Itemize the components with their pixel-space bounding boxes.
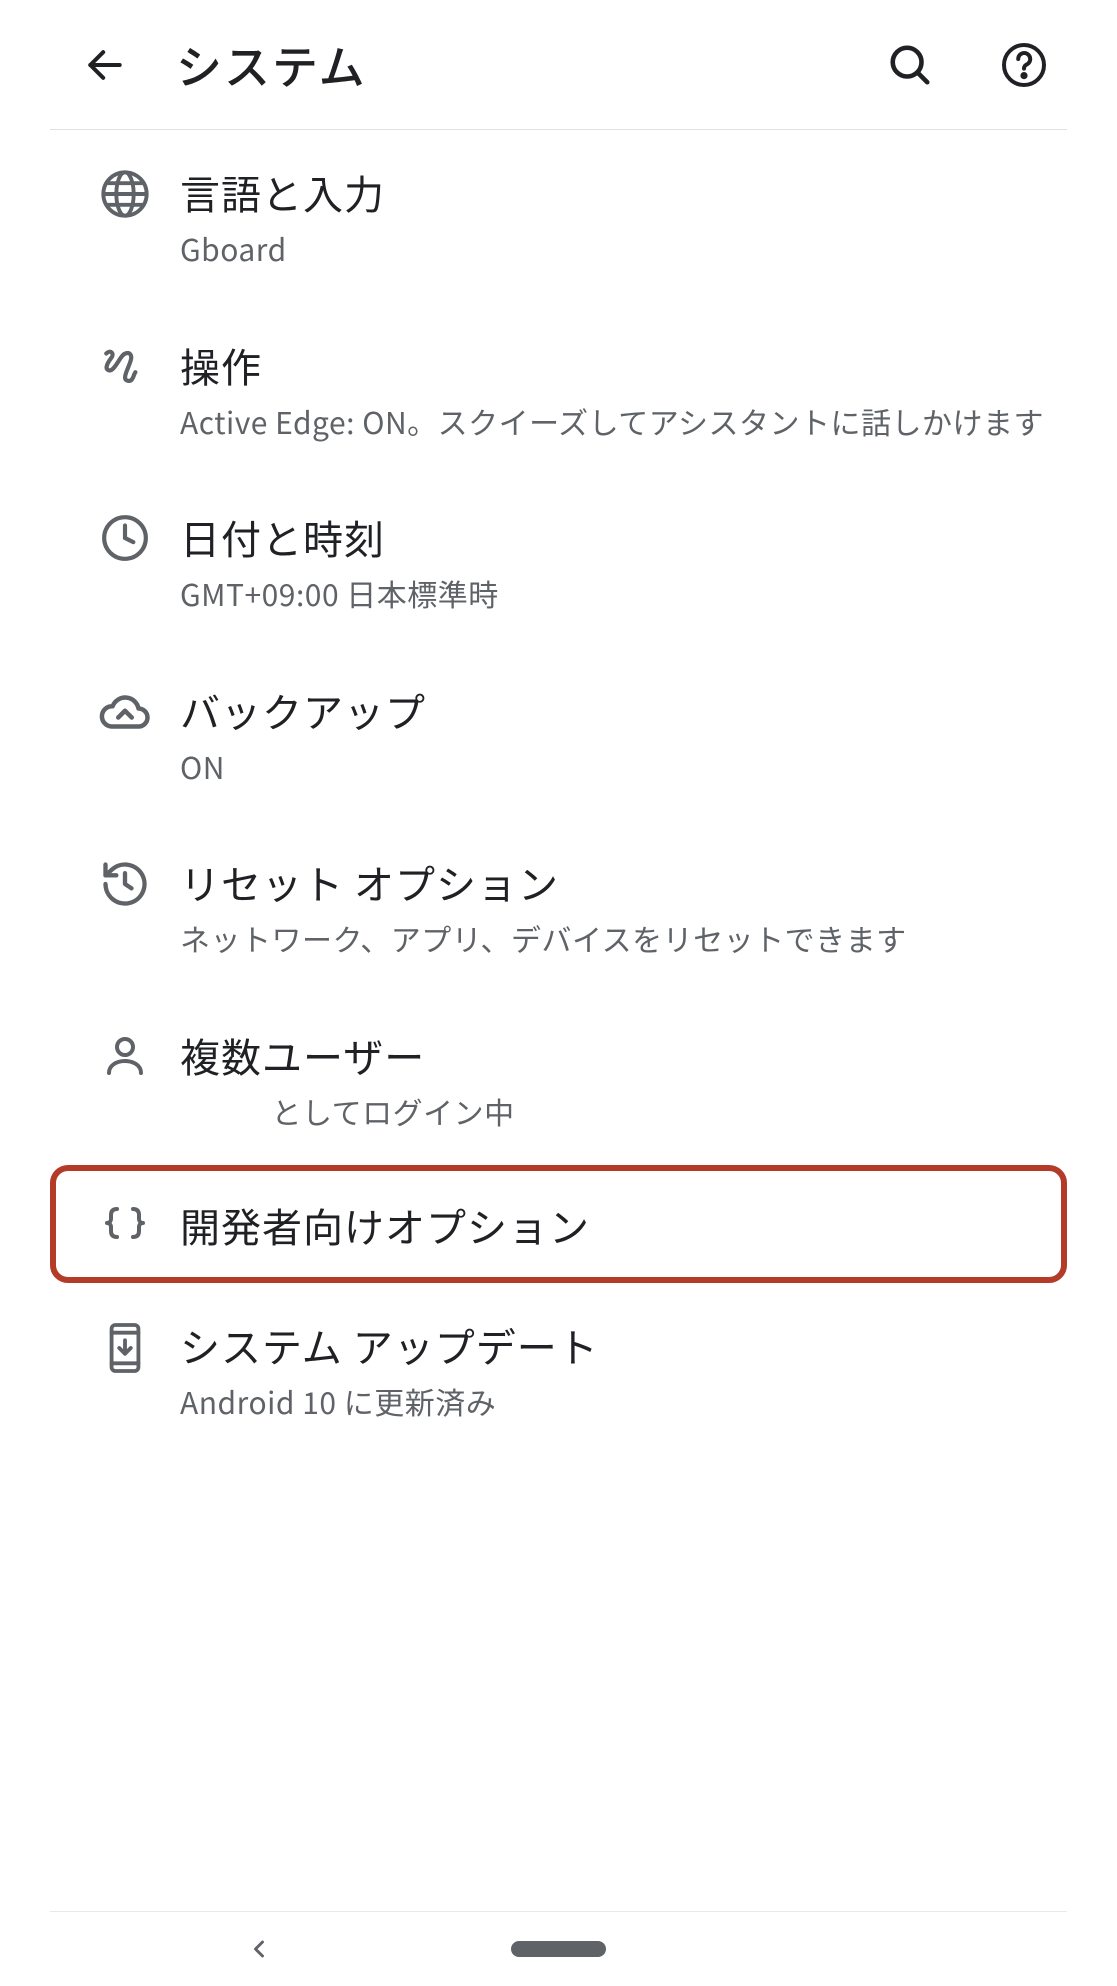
item-subtitle: ネットワーク、アプリ、デバイスをリセットできます [180, 918, 1047, 959]
item-title: リセット オプション [180, 856, 1047, 908]
page-title: システム [176, 32, 839, 98]
arrow-back-icon [83, 43, 127, 87]
globe-icon [99, 168, 151, 220]
item-subtitle: Android 10 に更新済み [180, 1381, 1047, 1422]
item-title: 言語と入力 [180, 166, 1047, 218]
item-title: 開発者向けオプション [180, 1199, 1041, 1251]
history-icon [99, 858, 151, 910]
item-subtitle: としてログイン中 [180, 1091, 1047, 1132]
item-title: システム アップデート [180, 1319, 1047, 1371]
item-subtitle: ON [180, 746, 1047, 787]
settings-item-multiple-users[interactable]: 複数ユーザー としてログイン中 [50, 993, 1067, 1166]
search-button[interactable] [875, 30, 945, 100]
settings-item-gestures[interactable]: 操作 Active Edge: ON。スクイーズしてアシスタントに話しかけます [50, 303, 1067, 476]
settings-item-date-time[interactable]: 日付と時刻 GMT+09:00 日本標準時 [50, 475, 1067, 648]
app-header: システム [50, 0, 1067, 130]
item-title: 操作 [180, 339, 1047, 391]
system-update-icon [102, 1321, 148, 1375]
item-subtitle: GMT+09:00 日本標準時 [180, 573, 1047, 614]
person-icon [101, 1031, 149, 1079]
settings-list: 言語と入力 Gboard 操作 Active Edge: ON。スクイーズしてア… [50, 130, 1067, 1911]
help-icon [1000, 41, 1048, 89]
settings-item-developer-options[interactable]: 開発者向けオプション [50, 1165, 1067, 1283]
item-subtitle: Active Edge: ON。スクイーズしてアシスタントに話しかけます [180, 401, 1047, 442]
nav-home-pill[interactable] [511, 1941, 606, 1957]
nav-back-button[interactable] [245, 1935, 273, 1963]
system-nav-bar [50, 1911, 1067, 1986]
braces-icon [101, 1201, 149, 1249]
help-button[interactable] [989, 30, 1059, 100]
gesture-icon [100, 341, 150, 391]
settings-item-reset[interactable]: リセット オプション ネットワーク、アプリ、デバイスをリセットできます [50, 820, 1067, 993]
item-subtitle: Gboard [180, 228, 1047, 269]
settings-item-language-input[interactable]: 言語と入力 Gboard [50, 130, 1067, 303]
item-title: 複数ユーザー [180, 1029, 1047, 1081]
item-title: バックアップ [180, 684, 1047, 736]
settings-item-system-update[interactable]: システム アップデート Android 10 に更新済み [50, 1283, 1067, 1456]
back-button[interactable] [70, 30, 140, 100]
item-title: 日付と時刻 [180, 511, 1047, 563]
chevron-left-icon [245, 1935, 273, 1963]
settings-item-backup[interactable]: バックアップ ON [50, 648, 1067, 821]
clock-icon [100, 513, 150, 563]
search-icon [887, 42, 933, 88]
cloud-upload-icon [98, 686, 152, 740]
